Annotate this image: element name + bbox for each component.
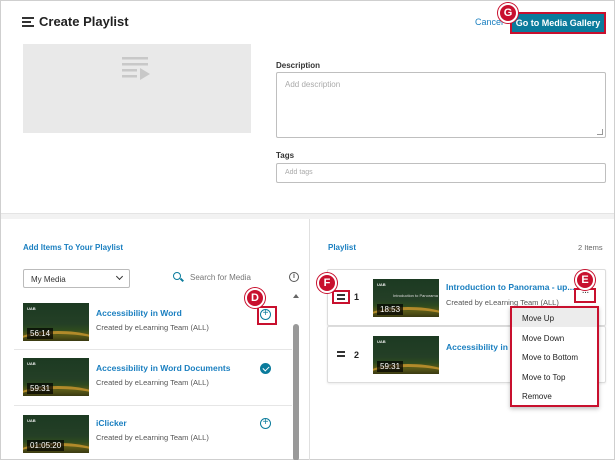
- scroll-up-icon[interactable]: [293, 294, 299, 298]
- list-item: UAB 59:31 Accessibility in Word Document…: [14, 350, 292, 406]
- thumbnail-caption: Introduction to Panorama: [393, 293, 438, 298]
- search-icon[interactable]: [173, 272, 181, 280]
- playlist-title: Playlist: [328, 243, 357, 252]
- media-title-link[interactable]: Accessibility in Word Documents: [96, 363, 230, 373]
- media-thumbnail[interactable]: UAB 59:31: [23, 358, 89, 396]
- scroll-thumb[interactable]: [293, 324, 299, 460]
- add-items-title: Add Items To Your Playlist: [23, 243, 124, 252]
- duration-badge: 18:53: [377, 304, 404, 315]
- create-playlist-page: Create Playlist Cancel Go to Media Galle…: [0, 0, 615, 460]
- search-media-input[interactable]: Search for Media: [190, 273, 251, 282]
- media-list: UAB 56:14 Accessibility in Word Created …: [14, 294, 292, 460]
- playlist-thumbnail[interactable]: UAB 59:31: [373, 336, 439, 374]
- duration-badge: 59:31: [27, 383, 54, 394]
- resize-handle-icon[interactable]: [597, 129, 603, 135]
- duration-badge: 59:31: [377, 361, 404, 372]
- media-thumbnail[interactable]: UAB 56:14: [23, 303, 89, 341]
- tags-label: Tags: [276, 151, 295, 160]
- playlist-thumbnail-placeholder: [23, 44, 251, 133]
- media-title-link[interactable]: Accessibility in Word: [96, 308, 182, 318]
- playlist-icon: [122, 57, 150, 80]
- tags-input[interactable]: Add tags: [276, 163, 606, 183]
- callout-g: G: [498, 3, 518, 23]
- duration-badge: 01:05:20: [27, 440, 65, 451]
- go-to-media-gallery-button[interactable]: Go to Media Gallery: [510, 12, 606, 34]
- menu-item-move-to-bottom[interactable]: Move to Bottom: [512, 347, 597, 366]
- media-list-scrollbar[interactable]: [292, 294, 300, 460]
- added-check-icon[interactable]: [260, 363, 271, 374]
- menu-item-move-to-top[interactable]: Move to Top: [512, 367, 597, 386]
- playlist-thumbnail[interactable]: UAB Introduction to Panorama 18:53: [373, 279, 439, 317]
- page-header: Create Playlist Cancel Go to Media Galle…: [1, 1, 614, 45]
- media-title-link[interactable]: iClicker: [96, 418, 127, 428]
- add-item-icon[interactable]: +: [260, 418, 271, 429]
- tags-placeholder: Add tags: [285, 169, 313, 176]
- callout-d: D: [245, 288, 265, 308]
- media-source-value: My Media: [31, 275, 66, 284]
- menu-item-move-up[interactable]: Move Up: [512, 308, 597, 327]
- highlight-drag-handle: [332, 290, 350, 304]
- list-item: UAB 01:05:20 iClicker Created by eLearni…: [14, 406, 292, 460]
- media-creator: Created by eLearning Team (ALL): [96, 378, 209, 387]
- media-thumbnail[interactable]: UAB 01:05:20: [23, 415, 89, 453]
- playlist-item-title[interactable]: Introduction to Panorama - up...: [446, 282, 574, 292]
- callout-f: F: [317, 273, 337, 293]
- media-creator: Created by eLearning Team (ALL): [96, 323, 209, 332]
- playlist-count: 2 Items: [578, 243, 603, 252]
- page-title: Create Playlist: [39, 14, 129, 29]
- drag-handle-icon[interactable]: [337, 351, 345, 357]
- menu-item-move-down[interactable]: Move Down: [512, 328, 597, 347]
- playlist-menu-icon: [22, 16, 34, 27]
- media-creator: Created by eLearning Team (ALL): [96, 433, 209, 442]
- chevron-down-icon: [115, 272, 124, 281]
- playlist-item-title[interactable]: Accessibility in W: [446, 342, 518, 352]
- item-options-menu: Move Up Move Down Move to Bottom Move to…: [510, 306, 599, 407]
- highlight-add-button: [257, 306, 277, 325]
- description-label: Description: [276, 61, 321, 70]
- menu-item-remove[interactable]: Remove: [512, 386, 597, 405]
- media-source-select[interactable]: My Media: [23, 269, 130, 288]
- info-icon[interactable]: i: [289, 272, 299, 282]
- section-divider: [1, 213, 614, 219]
- playlist-item-number: 1: [354, 292, 360, 302]
- description-placeholder: Add description: [285, 80, 341, 89]
- highlight-more-options: [574, 288, 596, 303]
- duration-badge: 56:14: [27, 328, 54, 339]
- playlist-item-number: 2: [354, 350, 360, 360]
- description-textarea[interactable]: Add description: [276, 72, 606, 138]
- panel-divider: [309, 219, 310, 460]
- callout-e: E: [575, 270, 595, 290]
